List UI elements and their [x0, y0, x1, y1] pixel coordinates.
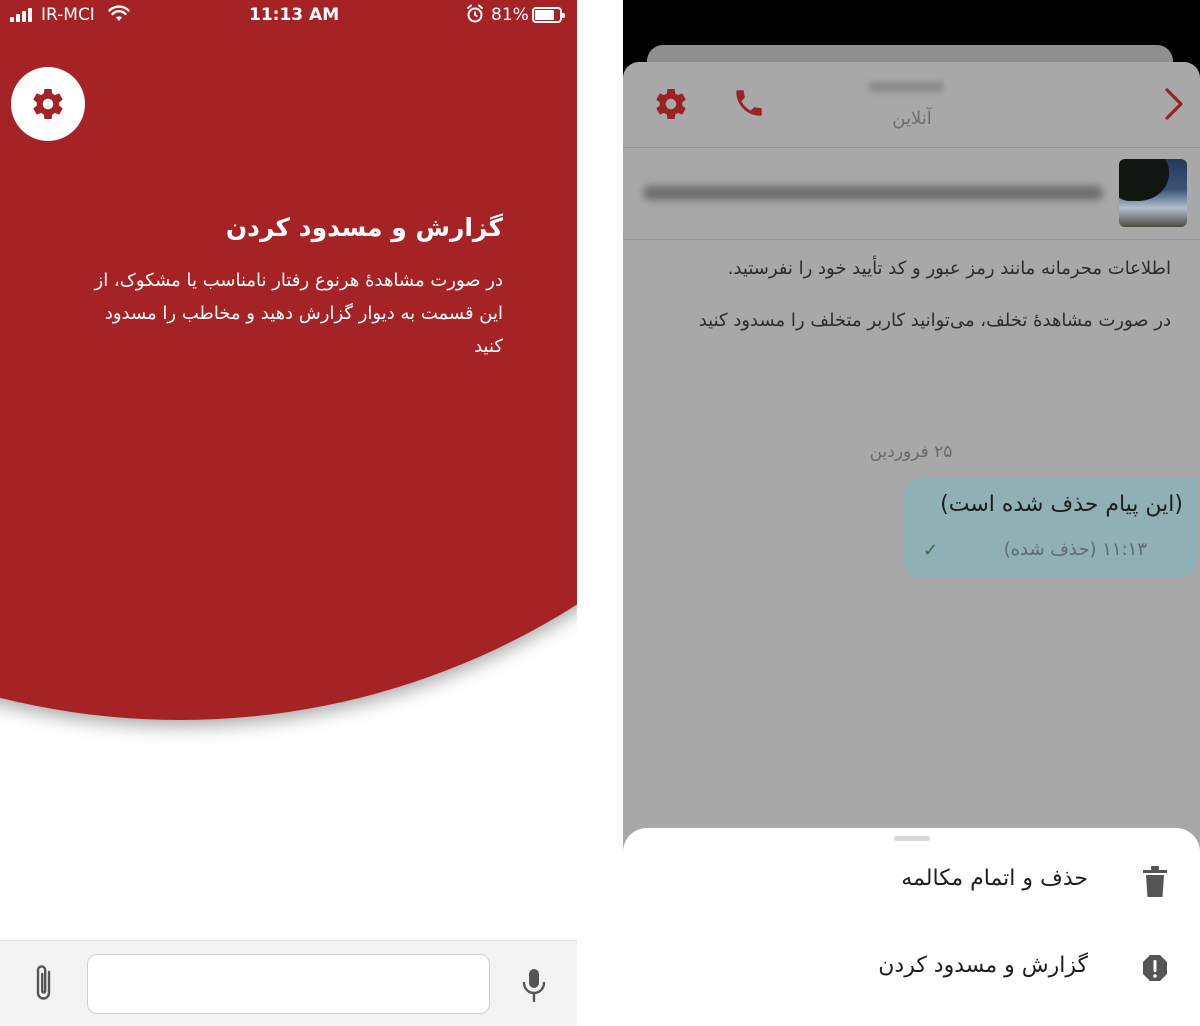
attach-button[interactable]	[28, 963, 60, 1005]
message-bubble[interactable]: (این پیام حذف شده است) ۱۱:۱۳ (حذف شده) ✓	[903, 478, 1197, 578]
action-sheet: حذف و اتمام مکالمه گزارش و مسدود کردن	[623, 828, 1200, 1026]
settings-button[interactable]	[11, 67, 85, 141]
carrier-name: IR-MCI	[41, 5, 95, 25]
battery-percent: 81%	[491, 5, 529, 25]
back-button[interactable]	[1162, 85, 1186, 123]
phone-icon	[736, 90, 762, 116]
alert-octagon-icon	[1143, 955, 1167, 981]
report-intro: گزارش و مسدود کردن در صورت مشاهدهٔ هرنوع…	[83, 213, 504, 363]
sheet-handle[interactable]	[894, 836, 930, 841]
check-icon: ✓	[923, 540, 939, 561]
status-bar: IR-MCI 11:13 AM 81%	[0, 0, 577, 32]
chat-settings-button[interactable]	[653, 86, 689, 122]
trash-icon	[1143, 866, 1167, 897]
chat-header: آنلاین	[623, 62, 1200, 148]
gear-icon	[656, 89, 686, 119]
intro-title: گزارش و مسدود کردن	[225, 213, 503, 242]
intro-description: در صورت مشاهدهٔ هرنوع رفتار نامناسب یا م…	[94, 270, 504, 357]
call-button[interactable]	[732, 86, 766, 120]
battery-icon	[532, 7, 565, 23]
message-composer	[0, 940, 577, 1026]
wifi-icon	[108, 5, 130, 28]
delete-conversation-item[interactable]: حذف و اتمام مکالمه	[623, 848, 1200, 918]
gear-icon	[33, 89, 63, 119]
alarm-icon	[466, 4, 484, 29]
message-text: (این پیام حذف شده است)	[940, 492, 1183, 517]
system-message: اطلاعات محرمانه مانند رمز عبور و کد تأیی…	[727, 258, 1171, 279]
chevron-right-icon	[1165, 88, 1183, 120]
status-time: 11:13 AM	[249, 5, 340, 25]
sheet-item-label: حذف و اتمام مکالمه	[901, 866, 1088, 891]
message-input[interactable]	[87, 954, 490, 1014]
date-chip: ۲۵ فروردین	[869, 442, 953, 462]
microphone-icon	[522, 969, 546, 1003]
voice-button[interactable]	[518, 965, 550, 1005]
report-block-item[interactable]: گزارش و مسدود کردن	[623, 935, 1200, 1005]
message-meta: ۱۱:۱۳ (حذف شده)	[1003, 539, 1147, 560]
ad-thumbnail	[1119, 159, 1187, 227]
report-intro-screen: IR-MCI 11:13 AM 81% گزارش و مسدود کردن د…	[0, 0, 577, 1026]
contact-status: آنلاین	[892, 108, 932, 129]
ad-title-redacted	[643, 186, 1103, 200]
sheet-item-label: گزارش و مسدود کردن	[878, 953, 1088, 978]
signal-icon	[10, 8, 32, 22]
chat-screen: آنلاین اطلاعات محرمانه مانند رمز عبور و …	[623, 0, 1200, 1026]
ad-preview[interactable]	[623, 148, 1200, 240]
paperclip-icon	[36, 965, 51, 1000]
system-message: در صورت مشاهدهٔ تخلف، می‌توانید کاربر مت…	[698, 310, 1171, 331]
contact-name-redacted	[868, 82, 944, 92]
screenshot-composite: IR-MCI 11:13 AM 81% گزارش و مسدود کردن د…	[0, 0, 1200, 1026]
